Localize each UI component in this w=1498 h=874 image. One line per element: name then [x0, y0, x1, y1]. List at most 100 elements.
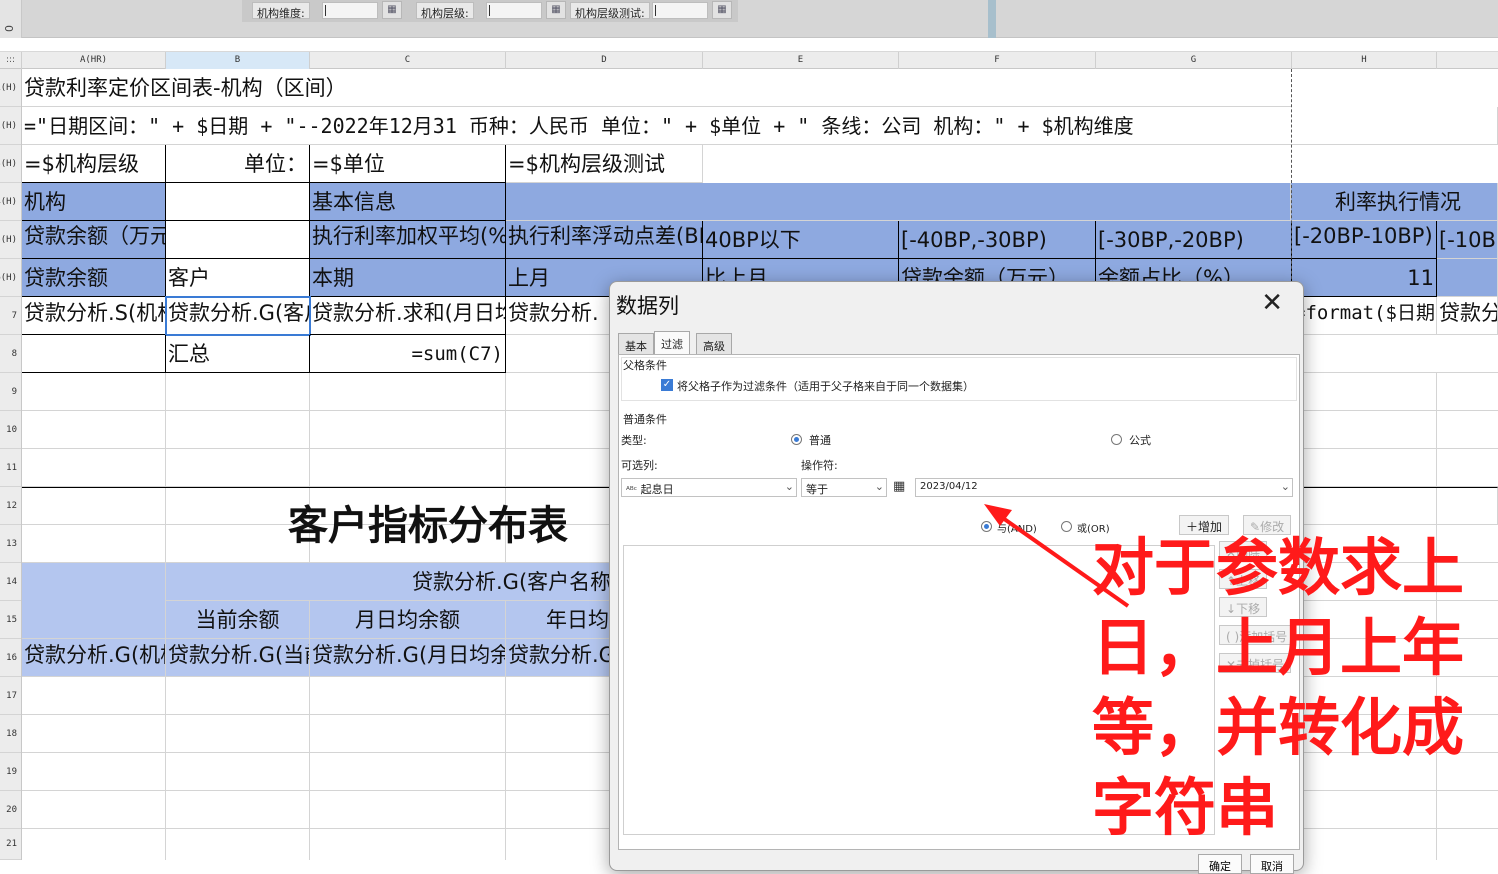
row-14-header[interactable]: 14	[0, 563, 21, 601]
operator-dropdown[interactable]: 等于 ⌄	[801, 478, 887, 497]
cell-a8[interactable]	[22, 335, 166, 373]
cell-a7[interactable]: 贷款分析.S(机构编码)	[22, 297, 166, 335]
cell-b4[interactable]	[166, 183, 310, 221]
column-d-header[interactable]: D	[506, 52, 703, 69]
close-icon[interactable]: ✕	[1261, 288, 1283, 318]
chevron-down-icon: ⌄	[784, 480, 794, 493]
cell-a16[interactable]: 贷款分析.G(机构编码)	[22, 639, 166, 677]
row-21-header[interactable]: 21	[0, 829, 21, 860]
column-select-dropdown[interactable]: ᴬᴮᶜ 起息日 ⌄	[621, 478, 797, 497]
date-value-dropdown[interactable]: 2023/04/12 ⌄	[915, 478, 1293, 497]
tab-filter[interactable]: 过滤	[654, 331, 690, 355]
row-10-header[interactable]: 10	[0, 411, 21, 449]
cell-g5[interactable]: [-30BP,-20BP)	[1096, 221, 1292, 259]
cell-d3[interactable]: =$机构层级测试	[506, 145, 703, 183]
cell-b5[interactable]	[166, 221, 310, 259]
row-15-header[interactable]: 15	[0, 601, 21, 639]
row-2-header[interactable]: 2(H)	[0, 107, 21, 145]
column-c-header[interactable]: C	[310, 52, 506, 69]
cell-c15[interactable]: 月日均余额	[310, 601, 506, 639]
cell-i5[interactable]: [-10B	[1437, 221, 1498, 259]
cell-c3[interactable]: =$单位	[310, 145, 506, 183]
type-formula-radio[interactable]	[1111, 434, 1122, 445]
row-7-header[interactable]: 7	[0, 297, 21, 335]
tab-basic[interactable]: 基本	[618, 333, 654, 355]
or-radio[interactable]	[1061, 521, 1072, 532]
row-6-header[interactable]: 6(H)	[0, 259, 21, 297]
row-5-header[interactable]: 5(H)	[0, 221, 21, 259]
text-type-icon: ᴬᴮᶜ	[626, 486, 638, 496]
type-normal-radio[interactable]	[791, 434, 802, 445]
operator-label: 操作符:	[801, 459, 838, 472]
param-org-level-input[interactable]	[486, 2, 542, 19]
cell-a14[interactable]	[22, 563, 166, 639]
cell-b15[interactable]: 当前余额	[166, 601, 310, 639]
cell-f5[interactable]: [-40BP,-30BP)	[899, 221, 1096, 259]
row-1-header[interactable]: 1(H)	[0, 69, 21, 107]
row-4-header[interactable]: 4(H)	[0, 183, 21, 221]
column-b-header[interactable]: B	[166, 52, 310, 69]
calendar-icon[interactable]: ▦	[893, 479, 905, 494]
cell-a12-title[interactable]: 客户指标分布表	[288, 493, 568, 551]
row-13-header[interactable]: 13	[0, 525, 21, 563]
cell-i6[interactable]	[1437, 259, 1498, 297]
row-18-header[interactable]: 18	[0, 715, 21, 753]
param-org-level-test-picker-icon[interactable]: ▦	[712, 1, 732, 19]
row-8-header[interactable]: 8	[0, 335, 21, 373]
row-3-header[interactable]: 3(H)	[0, 145, 21, 183]
cell-d5[interactable]: 执行利率浮动点差(BP)	[506, 221, 703, 259]
row-9-header[interactable]: 9	[0, 373, 21, 411]
param-org-level-picker-icon[interactable]: ▦	[546, 1, 566, 19]
cell-a4[interactable]: 机构	[22, 183, 166, 221]
cell-e5[interactable]: 40BP以下	[703, 221, 899, 259]
select-all-corner[interactable]: :::	[0, 52, 22, 69]
cell-c16[interactable]: 贷款分析.G(月日均余额)	[310, 639, 506, 677]
row-19-header[interactable]: 19	[0, 753, 21, 791]
column-i-header[interactable]	[1437, 52, 1498, 69]
cell-d4-g4[interactable]	[506, 183, 1291, 221]
cancel-button[interactable]: 取消	[1250, 854, 1294, 874]
cell-b8[interactable]: 汇总	[166, 335, 310, 373]
cell-b16[interactable]: 贷款分析.G(当前余额)	[166, 639, 310, 677]
parent-filter-checkbox[interactable]: ✓	[661, 379, 673, 391]
cell-a1-title[interactable]: 贷款利率定价区间表-机构（区间）	[22, 69, 1291, 107]
column-a-header[interactable]: A(HR)	[22, 52, 166, 69]
column-g-header[interactable]: G	[1096, 52, 1292, 69]
cell-c6[interactable]: 本期	[310, 259, 506, 297]
panel-splitter[interactable]	[988, 0, 996, 38]
chevron-down-icon: ⌄	[874, 480, 884, 493]
and-radio[interactable]	[981, 521, 992, 532]
cell-h4[interactable]: 利率执行情况	[1291, 183, 1498, 221]
cell-c8[interactable]: =sum(C7)	[310, 335, 506, 373]
cell-a2-formula[interactable]: ="日期区间：" + $日期 + "--2022年12月31 币种：人民币 单位…	[22, 107, 1498, 145]
row-17-header[interactable]: 17	[0, 677, 21, 715]
row-20-header[interactable]: 20	[0, 791, 21, 829]
page-break-line	[1291, 69, 1292, 299]
cell-h6[interactable]: 11	[1292, 259, 1437, 297]
tab-advanced[interactable]: 高级	[696, 333, 732, 355]
column-h-header[interactable]: H	[1292, 52, 1437, 69]
column-header: ::: A(HR) B C D E F G H	[0, 51, 1498, 69]
cell-a3[interactable]: =$机构层级	[22, 145, 166, 183]
param-org-dimension-picker-icon[interactable]: ▦	[382, 1, 402, 19]
row-11-header[interactable]: 11	[0, 449, 21, 487]
cell-c7[interactable]: 贷款分析.求和(月日均余额)	[310, 297, 506, 335]
cell-c4[interactable]: 基本信息	[310, 183, 506, 221]
row-16-header[interactable]: 16	[0, 639, 21, 677]
column-f-header[interactable]: F	[899, 52, 1096, 69]
ok-button[interactable]: 确定	[1198, 854, 1242, 874]
cell-a5[interactable]: 贷款余额（万元）	[22, 221, 166, 259]
cell-h5[interactable]: [-20BP-10BP)	[1292, 221, 1437, 259]
param-org-dimension-input[interactable]	[322, 2, 378, 19]
cell-c5[interactable]: 执行利率加权平均(%)	[310, 221, 506, 259]
row-12-header[interactable]: 12	[0, 487, 21, 525]
cell-i7[interactable]: 贷款分析	[1437, 297, 1498, 335]
cell-b3[interactable]: 单位：	[166, 145, 310, 183]
cell-a6[interactable]: 贷款余额	[22, 259, 166, 297]
cell-h7[interactable]: =format($日期)	[1292, 297, 1437, 335]
annotation-text: 对于参数求上日，上月上年等，并转化成字符串	[1092, 531, 1465, 844]
param-org-level-test-input[interactable]	[652, 2, 708, 19]
cell-b14[interactable]: 贷款分析.G(客户名称)	[166, 563, 666, 601]
cell-b6[interactable]: 客户	[166, 259, 310, 297]
column-e-header[interactable]: E	[703, 52, 899, 69]
